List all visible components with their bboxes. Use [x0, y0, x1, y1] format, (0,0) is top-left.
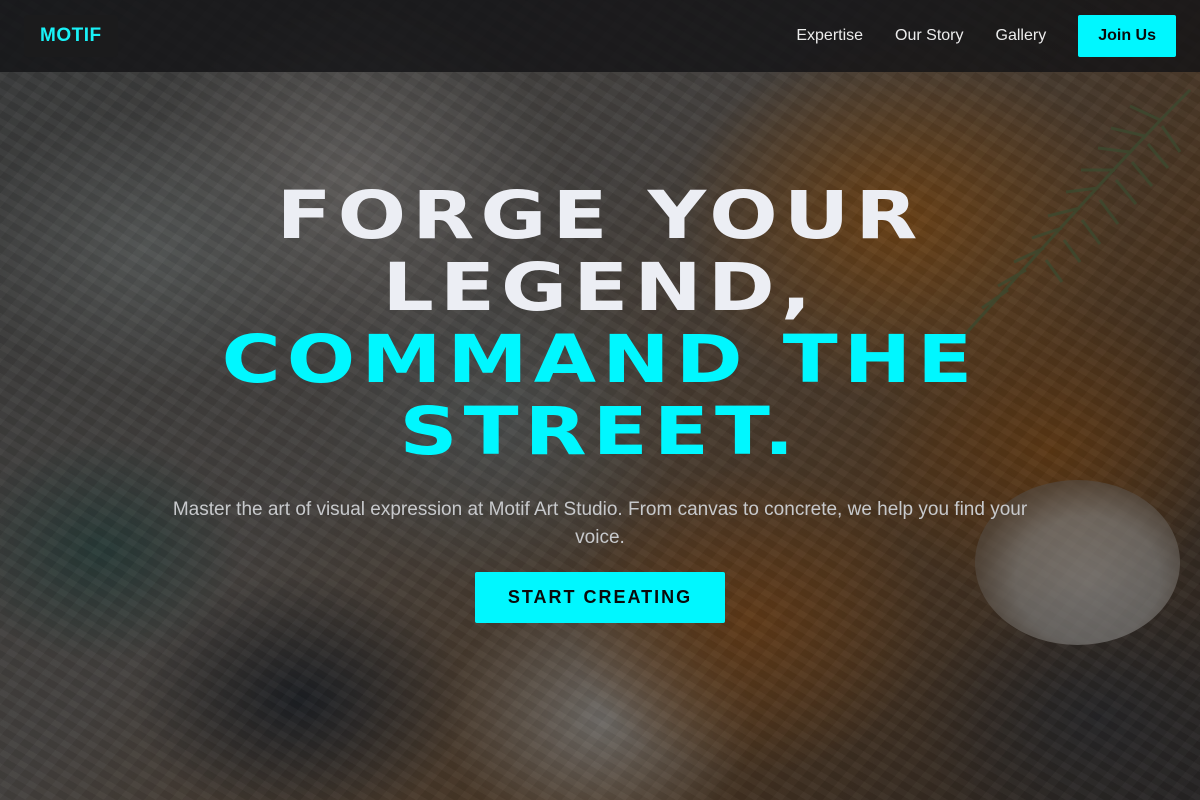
hero-headline: FORGE YOUR LEGEND, COMMAND THE STREET.: [0, 180, 1200, 468]
nav-links: Expertise Our Story Gallery Join Us: [796, 15, 1176, 57]
nav-link-expertise[interactable]: Expertise: [796, 27, 863, 45]
brand-logo[interactable]: MOTIF: [24, 15, 118, 57]
hero-section: FORGE YOUR LEGEND, COMMAND THE STREET. M…: [0, 180, 1200, 623]
headline-line-2: LEGEND,: [382, 249, 818, 326]
headline-line-3: COMMAND THE: [221, 321, 979, 398]
start-creating-button[interactable]: START CREATING: [474, 572, 726, 623]
nav-link-gallery[interactable]: Gallery: [996, 27, 1047, 45]
headline-line-4: STREET.: [399, 393, 801, 470]
headline-line-1: FORGE YOUR: [276, 177, 924, 254]
hero-subtext: Master the art of visual expression at M…: [172, 499, 1028, 548]
nav-link-our-story[interactable]: Our Story: [895, 27, 963, 45]
join-us-button[interactable]: Join Us: [1078, 15, 1176, 57]
top-navbar: MOTIF Expertise Our Story Gallery Join U…: [0, 0, 1200, 72]
